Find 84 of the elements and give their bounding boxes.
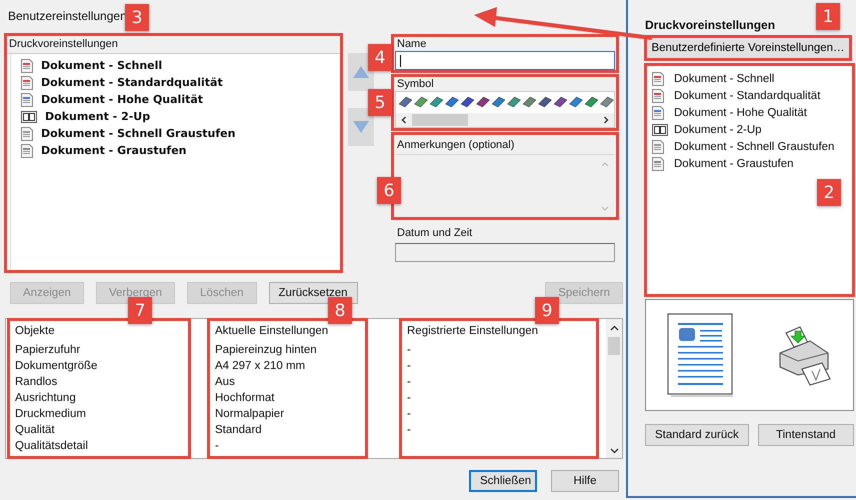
table-cell-text: A4 297 x 210 mm	[215, 359, 306, 374]
up-chevron-icon[interactable]	[610, 325, 618, 331]
callout-badge: 5	[368, 89, 392, 116]
table-cell-text: Randlos	[15, 375, 58, 390]
callout-badge: 1	[816, 3, 840, 30]
date-field[interactable]	[395, 243, 615, 262]
document-icon	[652, 106, 664, 120]
move-down-button[interactable]	[348, 108, 374, 146]
document-icon	[21, 126, 33, 140]
table-cell-text: Dokumentgröße	[15, 359, 98, 374]
column-header: Aktuelle Einstellungen	[215, 324, 330, 339]
callout-badge: 7	[128, 297, 152, 324]
name-label: Name	[396, 37, 428, 51]
callout-badge: 3	[125, 4, 149, 31]
table-cell-text: -	[407, 343, 412, 358]
preset-item[interactable]: Dokument - Schnell Graustufen	[41, 127, 236, 140]
table-cell-text: Qualität	[15, 423, 56, 438]
document-icon	[21, 92, 33, 106]
preset-item[interactable]: Dokument - Standardqualität	[674, 90, 820, 102]
table-cell-text: Druckmedium	[15, 407, 87, 422]
preset-item[interactable]: Dokument - Hohe Qualität	[674, 106, 807, 118]
document-icon	[21, 76, 33, 90]
callout-badge: 8	[328, 297, 352, 324]
document-icon	[652, 156, 664, 170]
down-chevron-icon[interactable]	[610, 448, 618, 454]
table-cell-text: Papiereinzug hinten	[215, 343, 318, 358]
two-page-icon	[21, 110, 37, 122]
document-icon	[652, 88, 664, 102]
preset-item[interactable]: Dokument - 2-Up	[45, 110, 150, 123]
dialog-button[interactable]: Hilfe	[551, 470, 619, 492]
preset-item[interactable]: Dokument - Standardqualität	[41, 76, 223, 89]
document-icon	[652, 72, 664, 86]
document-icon	[652, 140, 664, 154]
preset-item[interactable]: Dokument - 2-Up	[674, 124, 762, 136]
table-cell-text: Qualitätsdetail	[15, 439, 89, 454]
notes-label: Anmerkungen (optional)	[395, 136, 615, 155]
name-input-field[interactable]	[395, 51, 615, 70]
callout-badge: 6	[377, 177, 401, 204]
preset-item[interactable]: Dokument - Schnell Graustufen	[674, 140, 834, 152]
table-cell-text: Hochformat	[215, 391, 276, 406]
preset-item[interactable]: Dokument - Hohe Qualität	[41, 93, 204, 106]
table-cell-text: Standard	[215, 423, 263, 438]
scroll-thumb[interactable]	[608, 337, 620, 355]
table-cell-text: -	[407, 359, 412, 374]
dialog-title: Benutzereinstellungen	[8, 9, 127, 23]
scroll-thumb[interactable]	[412, 114, 468, 126]
panel-title: Druckvoreinstellungen	[645, 18, 776, 32]
panel-button[interactable]: Standard zurück	[645, 424, 749, 446]
callout-badge: 9	[535, 297, 559, 324]
list-header[interactable]: Druckvoreinstellungen	[6, 35, 341, 54]
custom-presets-button[interactable]: Benutzerdefinierte Voreinstellungen…	[645, 36, 851, 60]
preset-item[interactable]: Dokument - Graustufen	[674, 158, 794, 170]
vertical-scrollbar[interactable]	[606, 319, 622, 458]
table-cell-text: -	[407, 391, 412, 406]
action-button[interactable]: Zurücksetzen	[268, 282, 358, 304]
table-cell-text: Papierzufuhr	[15, 343, 82, 358]
horizontal-scrollbar[interactable]	[396, 113, 614, 127]
symbol-picker[interactable]	[395, 91, 615, 128]
preset-item[interactable]: Dokument - Schnell	[41, 59, 162, 72]
two-page-icon	[652, 124, 668, 136]
table-cell-text: Normalpapier	[215, 407, 286, 422]
document-icon	[21, 144, 33, 158]
table-cell-text: -	[407, 423, 412, 438]
table-cell-text: Aus	[215, 375, 236, 390]
callout-badge: 4	[368, 44, 392, 71]
preset-item[interactable]: Dokument - Graustufen	[41, 144, 186, 157]
down-triangle-icon	[353, 121, 369, 133]
up-triangle-icon	[353, 66, 369, 78]
dialog-button[interactable]: Schließen	[469, 470, 537, 492]
table-cell-text: -	[407, 375, 412, 390]
column-header: Objekte	[15, 324, 56, 339]
table-cell-text: Ausrichtung	[15, 391, 77, 406]
table-cell-text: -	[215, 439, 220, 454]
left-chevron-icon[interactable]	[400, 116, 408, 124]
callout-badge: 2	[817, 179, 841, 206]
symbol-label: Symbol	[396, 77, 435, 91]
date-label: Datum und Zeit	[396, 226, 474, 240]
right-chevron-icon[interactable]	[602, 116, 610, 124]
preset-item[interactable]: Dokument - Schnell	[674, 72, 774, 84]
column-header: Registrierte Einstellungen	[407, 324, 540, 339]
panel-button[interactable]: Tintenstand	[758, 424, 854, 446]
table-cell-text: -	[407, 407, 412, 422]
document-icon	[21, 58, 33, 72]
text-cursor	[400, 54, 401, 66]
